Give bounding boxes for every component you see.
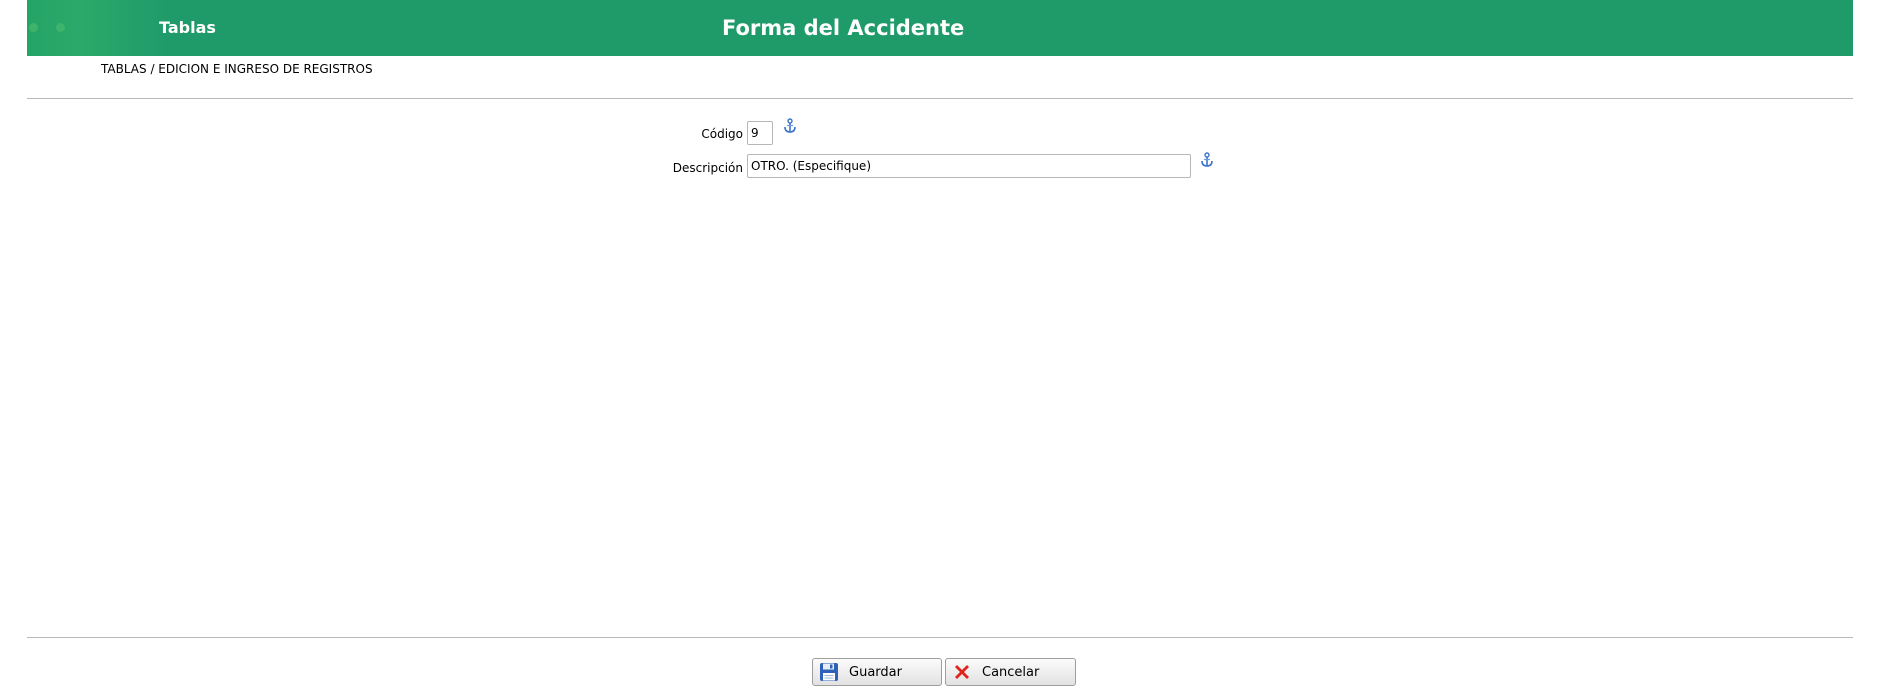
page-title: Forma del Accidente	[722, 16, 965, 40]
codigo-label: Código	[701, 127, 743, 141]
top-divider	[27, 98, 1853, 99]
floppy-disk-icon	[820, 663, 838, 681]
decorative-dot-icon	[56, 23, 65, 32]
anchor-icon[interactable]	[782, 118, 798, 134]
cancel-button-label: Cancelar	[982, 664, 1040, 680]
header-decoration	[27, 0, 167, 56]
save-button-label: Guardar	[849, 664, 902, 680]
breadcrumb: TABLAS / EDICION E INGRESO DE REGISTROS	[101, 62, 373, 76]
red-x-icon	[955, 665, 969, 679]
descripcion-input[interactable]	[747, 154, 1191, 178]
descripcion-label: Descripción	[672, 161, 743, 175]
bottom-divider	[27, 637, 1853, 638]
header-bar: Tablas Forma del Accidente	[27, 0, 1853, 56]
decorative-dot-icon	[29, 23, 38, 32]
page: Tablas Forma del Accidente TABLAS / EDIC…	[0, 0, 1887, 699]
header-section-label: Tablas	[159, 18, 216, 37]
cancel-button[interactable]: Cancelar	[945, 658, 1076, 686]
anchor-icon[interactable]	[1199, 152, 1215, 168]
save-button[interactable]: Guardar	[812, 658, 942, 686]
codigo-input[interactable]	[747, 121, 773, 145]
